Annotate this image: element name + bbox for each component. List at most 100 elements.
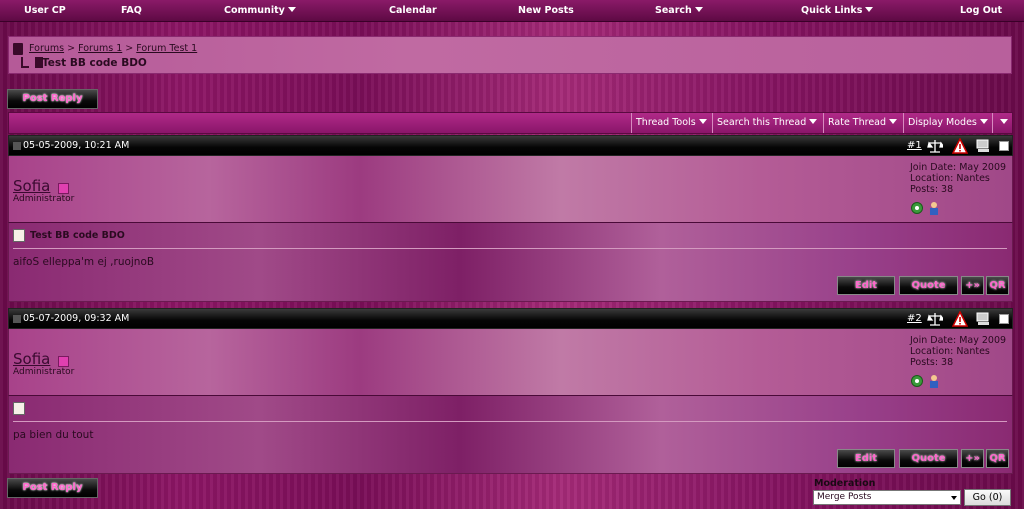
nav-community[interactable]: Community bbox=[224, 5, 296, 16]
nav-user-cp[interactable]: User CP bbox=[24, 5, 66, 16]
chevron-down-icon bbox=[694, 7, 703, 12]
post-user-info: Sofia Administrator Join Date: May 2009 … bbox=[8, 156, 1013, 223]
post-content: pa bien du tout Edit Quote +» QR bbox=[8, 395, 1013, 474]
moderation-label: Moderation bbox=[814, 478, 876, 489]
user-profile-icon[interactable] bbox=[927, 374, 941, 388]
tree-branch-icon bbox=[21, 57, 29, 68]
post-message: aifoS elleppa'm ej ,ruojnoB bbox=[13, 256, 155, 268]
rate-thread-menu[interactable]: Rate Thread bbox=[823, 113, 901, 133]
user-stats: Join Date: May 2009 Location: Nantes Pos… bbox=[910, 335, 1006, 368]
post-number-link[interactable]: #2 bbox=[907, 313, 922, 324]
award-gear-icon bbox=[911, 375, 923, 387]
breadcrumb-separator: > bbox=[67, 43, 76, 54]
user-title: Administrator bbox=[13, 367, 75, 377]
post-user-info: Sofia Administrator Join Date: May 2009 … bbox=[8, 329, 1013, 396]
breadcrumb-separator: > bbox=[125, 43, 134, 54]
thread-tools-label: Thread Tools bbox=[636, 117, 696, 128]
post-reply-button-bottom[interactable]: Post Reply bbox=[7, 478, 98, 498]
thread-tools-menu[interactable]: Thread Tools bbox=[631, 113, 711, 133]
report-warning-icon[interactable] bbox=[952, 311, 968, 327]
post-count: Posts: 38 bbox=[910, 357, 954, 368]
breadcrumb-forum-test-1[interactable]: Forum Test 1 bbox=[136, 43, 197, 54]
post-document-icon bbox=[13, 229, 25, 242]
post-select-checkbox[interactable] bbox=[999, 314, 1009, 324]
location: Location: Nantes bbox=[910, 173, 990, 184]
username-link[interactable]: Sofia bbox=[13, 177, 50, 195]
edit-button[interactable]: Edit bbox=[837, 276, 895, 295]
moderation-selected: Merge Posts bbox=[817, 492, 872, 502]
chevron-down-icon bbox=[287, 7, 296, 12]
breadcrumb-forums-1[interactable]: Forums 1 bbox=[78, 43, 122, 54]
quick-reply-button[interactable]: QR bbox=[986, 276, 1009, 295]
display-modes-menu[interactable]: Display Modes bbox=[903, 113, 992, 133]
post-message: pa bien du tout bbox=[13, 429, 94, 441]
nav-calendar[interactable]: Calendar bbox=[389, 5, 437, 16]
join-date: Join Date: May 2009 bbox=[910, 335, 1007, 346]
location: Location: Nantes bbox=[910, 346, 990, 357]
user-title: Administrator bbox=[13, 194, 75, 204]
thread-tools-bar: Thread Tools Search this Thread Rate Thr… bbox=[8, 112, 1013, 134]
quote-button[interactable]: Quote bbox=[899, 449, 958, 468]
post-header: 05-05-2009, 10:21 AM #1 bbox=[8, 135, 1013, 156]
multiquote-button[interactable]: +» bbox=[961, 276, 984, 295]
search-thread-label: Search this Thread bbox=[717, 117, 807, 128]
post-count: Posts: 38 bbox=[910, 184, 954, 195]
post-title: Test BB code BDO bbox=[30, 230, 125, 241]
quick-reply-button[interactable]: QR bbox=[986, 449, 1009, 468]
moderation-select[interactable]: Merge Posts bbox=[813, 490, 961, 505]
computer-ip-icon[interactable] bbox=[975, 138, 991, 154]
search-thread-menu[interactable]: Search this Thread bbox=[712, 113, 821, 133]
breadcrumb-trail: Forums > Forums 1 > Forum Test 1 bbox=[29, 43, 197, 54]
user-stats: Join Date: May 2009 Location: Nantes Pos… bbox=[910, 162, 1006, 195]
username-link[interactable]: Sofia bbox=[13, 350, 50, 368]
nav-search[interactable]: Search bbox=[655, 5, 703, 16]
post-date: 05-07-2009, 09:32 AM bbox=[23, 313, 130, 324]
report-warning-icon[interactable] bbox=[952, 138, 968, 154]
post-status-icon bbox=[13, 142, 21, 150]
chevron-down-icon bbox=[809, 119, 818, 124]
rate-thread-label: Rate Thread bbox=[828, 117, 887, 128]
top-navbar: User CP FAQ Community Calendar New Posts… bbox=[0, 0, 1024, 22]
join-date: Join Date: May 2009 bbox=[910, 162, 1007, 173]
chevron-down-icon bbox=[865, 7, 874, 12]
post-header: 05-07-2009, 09:32 AM #2 bbox=[8, 308, 1013, 329]
user-profile-icon[interactable] bbox=[927, 201, 941, 215]
post-status-icon bbox=[13, 315, 21, 323]
post-content: Test BB code BDO aifoS elleppa'm ej ,ruo… bbox=[8, 222, 1013, 302]
nav-faq[interactable]: FAQ bbox=[121, 5, 142, 16]
nav-search-label: Search bbox=[655, 5, 692, 16]
nav-quick-links[interactable]: Quick Links bbox=[801, 5, 874, 16]
edit-button[interactable]: Edit bbox=[837, 449, 895, 468]
computer-ip-icon[interactable] bbox=[975, 311, 991, 327]
post-divider bbox=[13, 421, 1007, 422]
chevron-down-icon bbox=[1000, 119, 1008, 124]
collapse-menu[interactable] bbox=[992, 113, 1012, 133]
post-divider bbox=[13, 248, 1007, 249]
quote-button[interactable]: Quote bbox=[899, 276, 958, 295]
chevron-down-icon bbox=[889, 119, 898, 124]
scales-icon[interactable] bbox=[927, 138, 943, 154]
chevron-down-icon bbox=[951, 496, 957, 500]
online-status-icon bbox=[58, 356, 69, 367]
nav-quick-links-label: Quick Links bbox=[801, 5, 863, 16]
scales-icon[interactable] bbox=[927, 311, 943, 327]
page-title: Test BB code BDO bbox=[42, 57, 147, 69]
chevron-down-icon bbox=[698, 119, 707, 124]
award-gear-icon bbox=[911, 202, 923, 214]
post-date: 05-05-2009, 10:21 AM bbox=[23, 140, 130, 151]
post-number-link[interactable]: #1 bbox=[907, 140, 922, 151]
breadcrumb: Forums > Forums 1 > Forum Test 1 Test BB… bbox=[8, 36, 1012, 74]
post-reply-button[interactable]: Post Reply bbox=[7, 89, 98, 109]
post-document-icon bbox=[13, 402, 25, 415]
chevron-down-icon bbox=[979, 119, 988, 124]
nav-new-posts[interactable]: New Posts bbox=[518, 5, 574, 16]
forum-home-icon[interactable] bbox=[13, 43, 23, 55]
display-modes-label: Display Modes bbox=[908, 117, 977, 128]
moderation-go-button[interactable]: Go (0) bbox=[964, 489, 1011, 506]
online-status-icon bbox=[58, 183, 69, 194]
post-select-checkbox[interactable] bbox=[999, 141, 1009, 151]
breadcrumb-forums[interactable]: Forums bbox=[29, 43, 64, 54]
nav-community-label: Community bbox=[224, 5, 285, 16]
nav-log-out[interactable]: Log Out bbox=[960, 5, 1002, 16]
multiquote-button[interactable]: +» bbox=[961, 449, 984, 468]
